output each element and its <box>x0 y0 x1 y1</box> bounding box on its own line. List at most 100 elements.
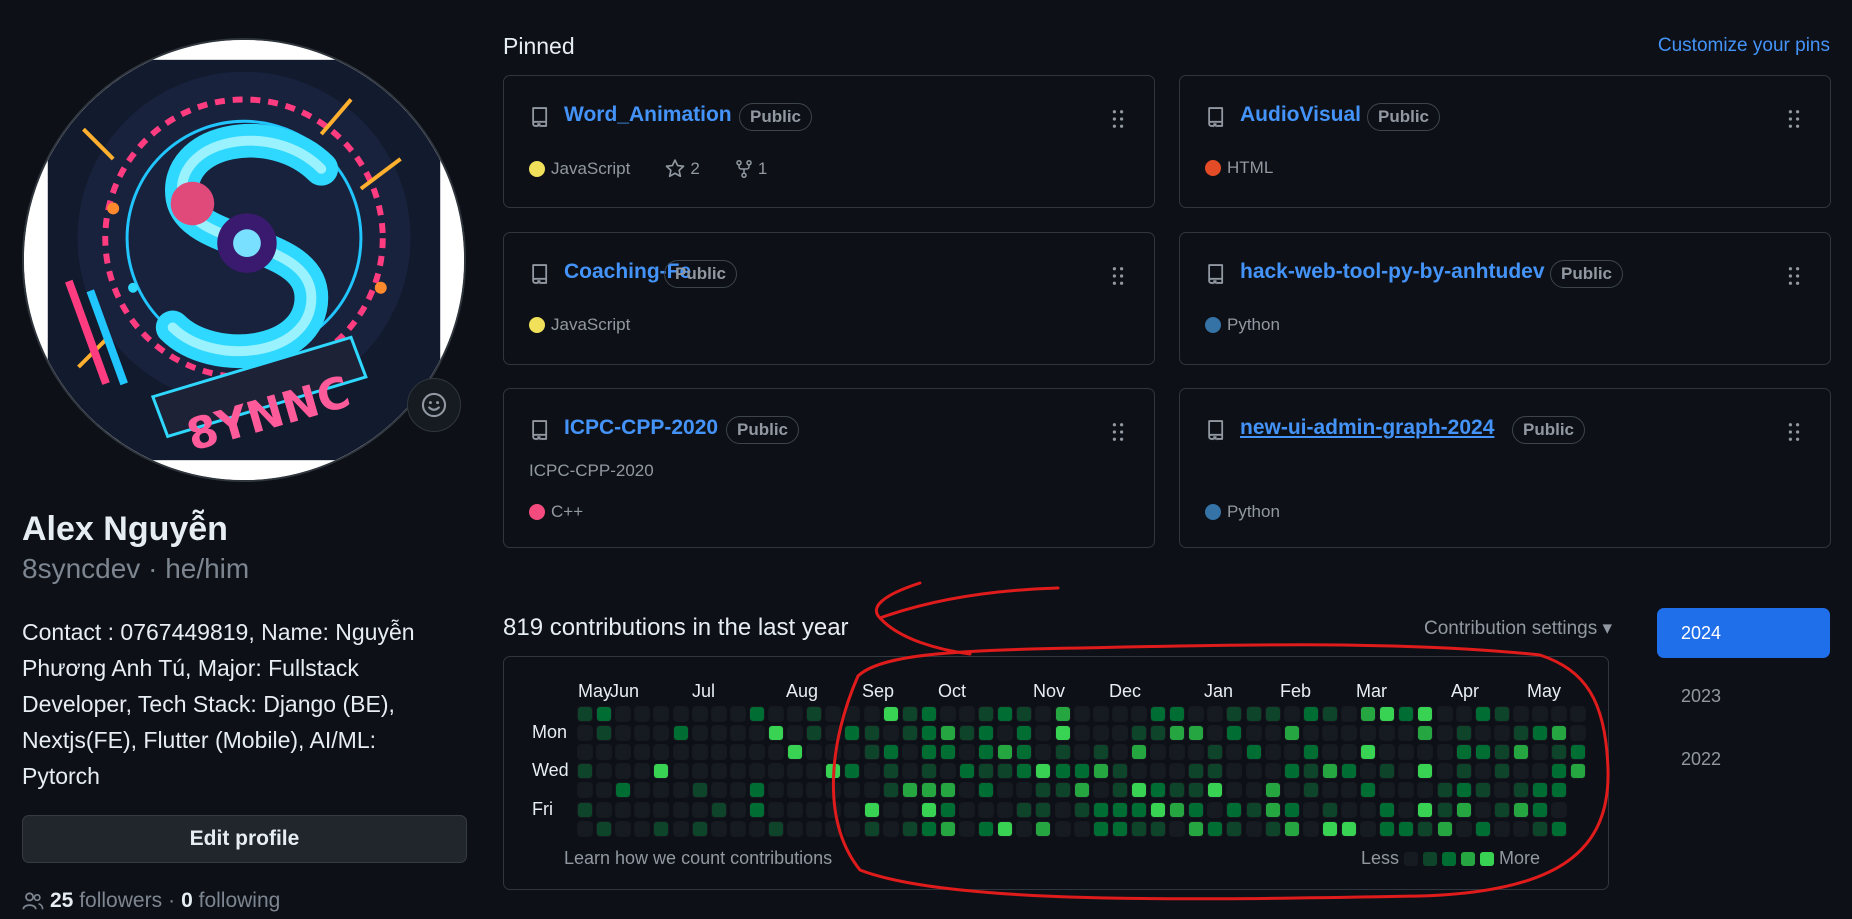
contribution-day[interactable] <box>691 744 708 761</box>
contribution-day[interactable] <box>768 801 784 818</box>
contribution-day[interactable] <box>863 820 880 837</box>
repo-link[interactable]: new-ui-admin-graph-2024 <box>1240 416 1494 440</box>
contribution-day[interactable] <box>1226 725 1243 742</box>
contribution-day[interactable] <box>997 725 1014 742</box>
contribution-day[interactable] <box>1417 744 1434 761</box>
contribution-day[interactable] <box>1436 801 1453 818</box>
contribution-day[interactable] <box>1493 801 1510 818</box>
contribution-day[interactable] <box>596 763 613 780</box>
repo-link[interactable]: hack-web-tool-py-by-anhtudev <box>1240 260 1545 284</box>
contribution-day[interactable] <box>1341 820 1357 837</box>
contribution-day[interactable] <box>1321 820 1338 837</box>
contribution-day[interactable] <box>1111 706 1128 722</box>
contribution-day[interactable] <box>634 725 651 742</box>
contribution-day[interactable] <box>748 744 765 761</box>
contribution-day[interactable] <box>1130 763 1147 780</box>
contribution-day[interactable] <box>1188 763 1205 780</box>
contribution-day[interactable] <box>748 725 765 742</box>
contribution-day[interactable] <box>1532 725 1548 742</box>
contribution-day[interactable] <box>863 763 880 780</box>
contribution-day[interactable] <box>1169 782 1186 799</box>
contribution-day[interactable] <box>1150 763 1166 780</box>
contribution-day[interactable] <box>1493 763 1510 780</box>
contribution-day[interactable] <box>596 782 613 799</box>
contribution-day[interactable] <box>710 706 727 722</box>
contribution-day[interactable] <box>1455 782 1472 799</box>
contribution-day[interactable] <box>787 763 804 780</box>
contribution-day[interactable] <box>1245 706 1262 722</box>
contribution-day[interactable] <box>1474 706 1491 722</box>
contribution-day[interactable] <box>1264 820 1281 837</box>
contribution-day[interactable] <box>1379 763 1396 780</box>
contribution-day[interactable] <box>1532 820 1548 837</box>
contribution-day[interactable] <box>1054 782 1071 799</box>
contribution-day[interactable] <box>787 725 804 742</box>
contribution-day[interactable] <box>1054 725 1071 742</box>
contribution-day[interactable] <box>1092 725 1109 742</box>
contribution-day[interactable] <box>653 763 670 780</box>
contribution-day[interactable] <box>1532 801 1548 818</box>
contribution-day[interactable] <box>1512 763 1529 780</box>
contribution-day[interactable] <box>1016 744 1033 761</box>
contribution-day[interactable] <box>710 801 727 818</box>
contribution-day[interactable] <box>1302 744 1319 761</box>
contribution-day[interactable] <box>1551 725 1568 742</box>
contribution-day[interactable] <box>577 706 593 722</box>
contribution-day[interactable] <box>844 725 861 742</box>
contribution-day[interactable] <box>1321 744 1338 761</box>
contribution-day[interactable] <box>882 725 899 742</box>
contribution-day[interactable] <box>787 801 804 818</box>
contribution-day[interactable] <box>1073 763 1090 780</box>
contribution-day[interactable] <box>1035 725 1052 742</box>
contribution-day[interactable] <box>882 744 899 761</box>
contribution-day[interactable] <box>1188 706 1205 722</box>
contribution-day[interactable] <box>1436 725 1453 742</box>
contribution-day[interactable] <box>1341 801 1357 818</box>
contribution-day[interactable] <box>1417 820 1434 837</box>
contribution-day[interactable] <box>1360 725 1377 742</box>
contribution-day[interactable] <box>1035 820 1052 837</box>
contribution-day[interactable] <box>978 820 995 837</box>
drag-handle[interactable] <box>1788 267 1800 290</box>
contribution-day[interactable] <box>748 706 765 722</box>
contribution-day[interactable] <box>768 820 784 837</box>
contribution-day[interactable] <box>1111 763 1128 780</box>
repo-link[interactable]: AudioVisual <box>1240 103 1361 127</box>
contribution-day[interactable] <box>939 820 956 837</box>
contribution-day[interactable] <box>1264 763 1281 780</box>
contribution-day[interactable] <box>577 763 593 780</box>
contribution-day[interactable] <box>1150 801 1166 818</box>
repo-link[interactable]: Word_Animation <box>564 103 732 127</box>
contribution-day[interactable] <box>1111 744 1128 761</box>
contribution-day[interactable] <box>997 820 1014 837</box>
contribution-day[interactable] <box>1245 801 1262 818</box>
contribution-day[interactable] <box>1360 782 1377 799</box>
contribution-day[interactable] <box>901 763 918 780</box>
contribution-day[interactable] <box>901 782 918 799</box>
contribution-day[interactable] <box>1512 725 1529 742</box>
contribution-day[interactable] <box>634 706 651 722</box>
contribution-day[interactable] <box>1207 744 1224 761</box>
contribution-day[interactable] <box>997 782 1014 799</box>
contribution-day[interactable] <box>901 801 918 818</box>
contribution-day[interactable] <box>1150 820 1166 837</box>
contribution-day[interactable] <box>1092 706 1109 722</box>
contribution-day[interactable] <box>1379 782 1396 799</box>
stargazers-link[interactable]: 2 <box>664 158 700 180</box>
contribution-day[interactable] <box>920 801 937 818</box>
contribution-day[interactable] <box>882 801 899 818</box>
contribution-day[interactable] <box>806 706 823 722</box>
contribution-day[interactable] <box>1398 782 1415 799</box>
contribution-day[interactable] <box>1570 725 1587 742</box>
contribution-day[interactable] <box>653 820 670 837</box>
contribution-day[interactable] <box>1130 782 1147 799</box>
contribution-day[interactable] <box>691 706 708 722</box>
contribution-day[interactable] <box>1360 763 1377 780</box>
contribution-day[interactable] <box>1341 725 1357 742</box>
contribution-day[interactable] <box>825 763 842 780</box>
contribution-day[interactable] <box>1417 725 1434 742</box>
contribution-day[interactable] <box>1570 706 1587 722</box>
contribution-day[interactable] <box>596 706 613 722</box>
contribution-day[interactable] <box>748 801 765 818</box>
contribution-day[interactable] <box>1398 744 1415 761</box>
